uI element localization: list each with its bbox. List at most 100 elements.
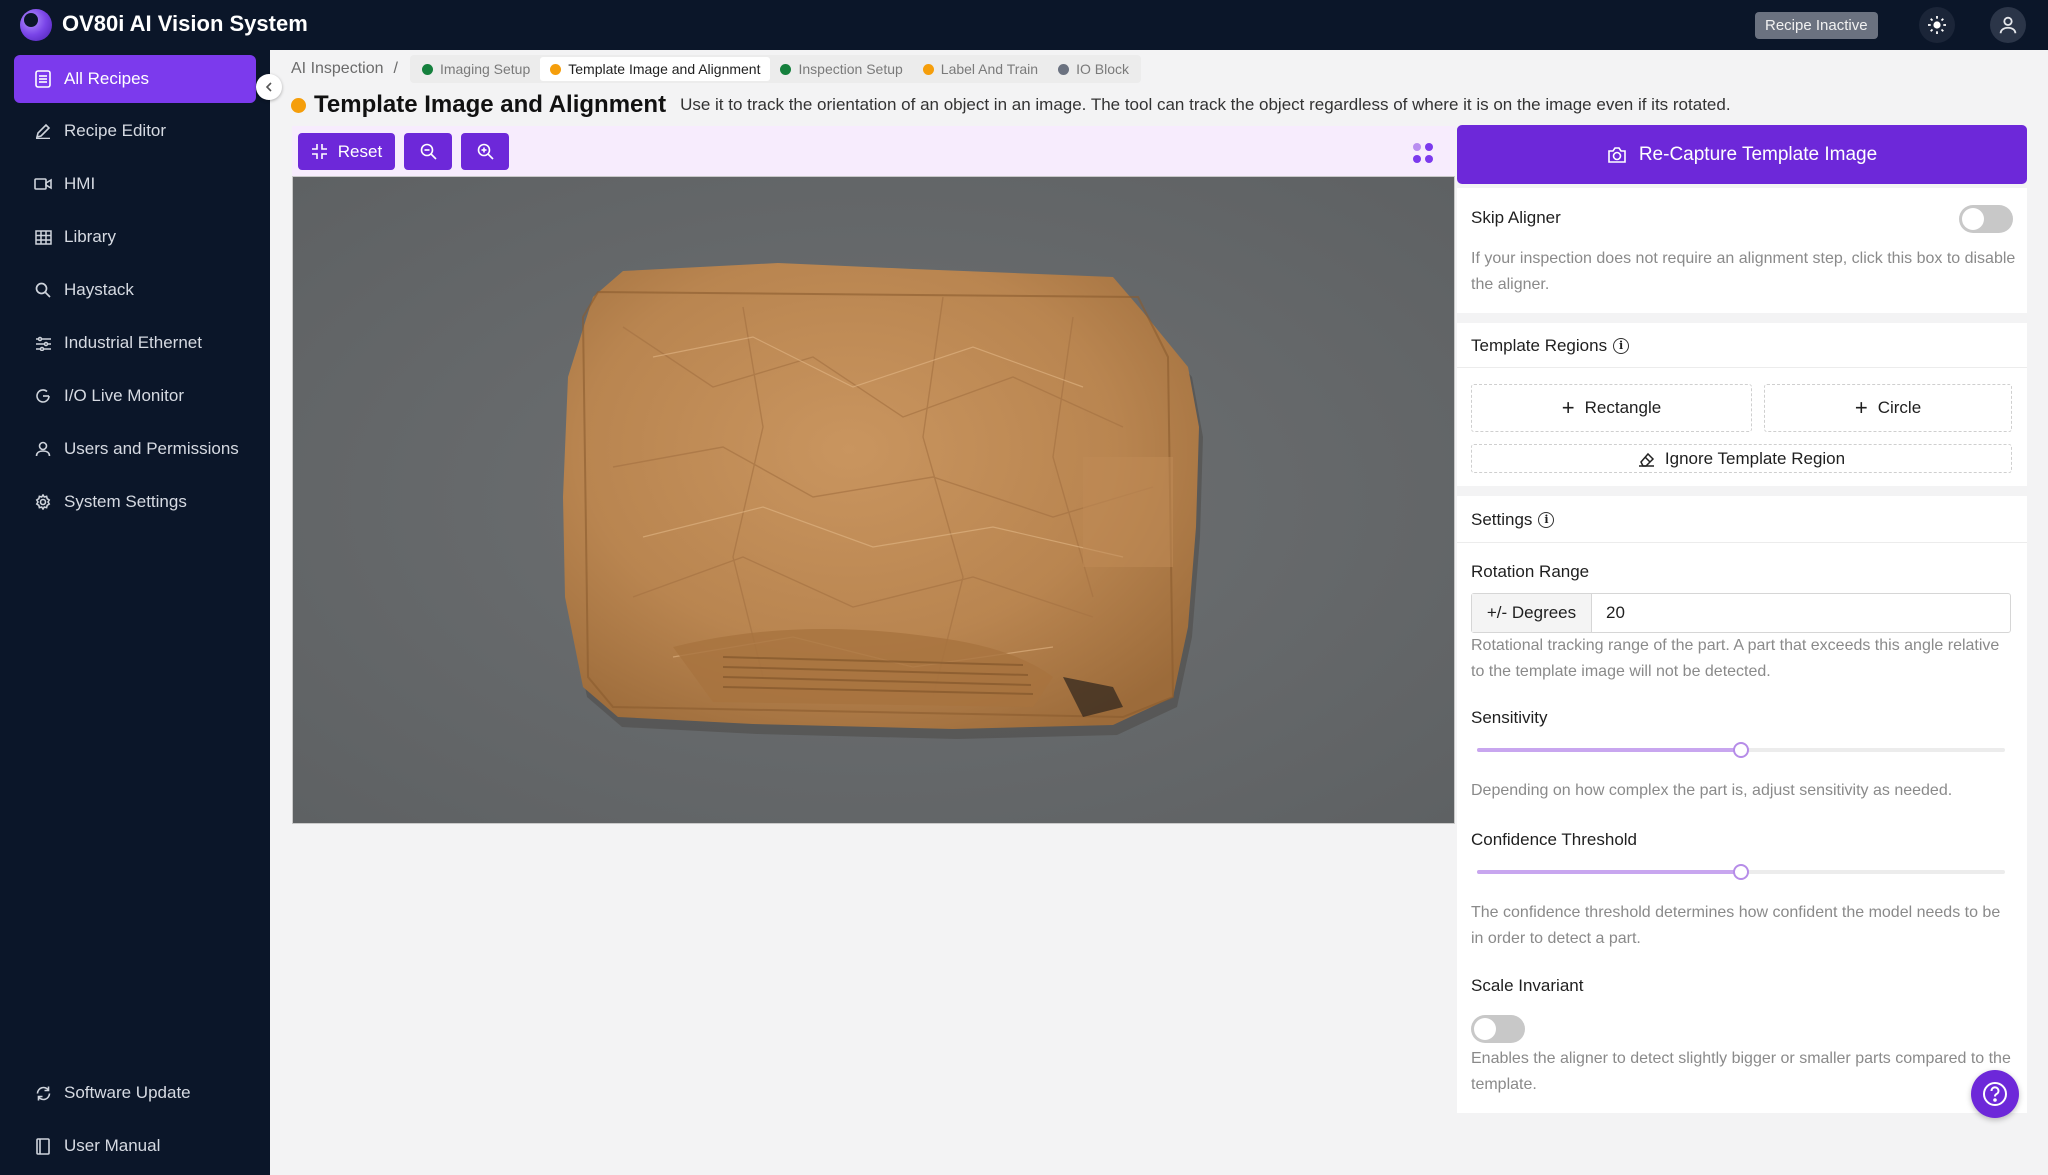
template-regions-title-text: Template Regions (1471, 336, 1608, 355)
page-status-dot (291, 97, 306, 113)
reset-label: Reset (337, 141, 383, 161)
sidebar-item-label: Recipe Editor (64, 121, 167, 140)
rotation-range-value[interactable]: 20 (1592, 594, 2010, 632)
book-icon (34, 1137, 52, 1155)
plus-icon: + (1561, 395, 1575, 420)
degrees-addon: +/- Degrees (1472, 594, 1592, 632)
zoom-in-icon (477, 143, 494, 160)
sidebar-item-io-live-monitor[interactable]: I/O Live Monitor (14, 372, 256, 420)
sidebar-item-label: All Recipes (64, 69, 150, 88)
table-icon (34, 228, 52, 246)
camera-icon (1608, 146, 1626, 163)
recapture-template-button[interactable]: Re-Capture Template Image (1457, 125, 2027, 184)
sidebar-item-label: HMI (64, 174, 96, 193)
zoom-out-button[interactable] (404, 133, 452, 170)
scale-invariant-toggle[interactable] (1471, 1015, 1525, 1043)
ignore-template-region-button[interactable]: Ignore Template Region (1471, 444, 2012, 473)
zoom-in-button[interactable] (461, 133, 509, 170)
confidence-slider-fill (1477, 870, 1741, 874)
app-logo (20, 9, 52, 41)
template-regions-title: Template Regions i (1471, 336, 1630, 356)
pencil-icon (34, 122, 52, 140)
sidebar-item-industrial-ethernet[interactable]: Industrial Ethernet (14, 319, 256, 367)
skip-aligner-toggle[interactable] (1959, 205, 2013, 233)
sidebar-item-label: I/O Live Monitor (64, 386, 184, 405)
status-dot (1058, 63, 1070, 75)
eraser-icon (1638, 452, 1654, 467)
sensitivity-slider-handle[interactable] (1733, 742, 1749, 758)
ignore-label: Ignore Template Region (1664, 448, 1846, 468)
user-menu-button[interactable] (1990, 7, 2026, 43)
tab-inspection-setup[interactable]: Inspection Setup (770, 57, 912, 81)
user-icon (34, 440, 52, 458)
sensitivity-slider[interactable] (1477, 742, 2005, 758)
confidence-threshold-help: The confidence threshold determines how … (1471, 904, 2001, 947)
sun-icon (1928, 16, 1946, 34)
reset-button[interactable]: Reset (298, 133, 395, 170)
sidebar-item-label: Software Update (64, 1083, 191, 1102)
plus-icon: + (1854, 395, 1868, 420)
tab-label-and-train[interactable]: Label And Train (913, 57, 1048, 81)
rotation-range-label: Rotation Range (1471, 562, 1590, 581)
skip-aligner-label: Skip Aligner (1471, 208, 1561, 227)
theme-toggle-button[interactable] (1919, 7, 1955, 43)
divider (1457, 367, 2027, 368)
sidebar-item-label: Users and Permissions (64, 439, 239, 458)
status-dot (421, 63, 433, 75)
cardboard-part-image (293, 177, 1454, 823)
page-header: Template Image and Alignment Use it to t… (291, 90, 1731, 120)
gear-icon (34, 493, 52, 511)
video-icon (34, 175, 52, 193)
chevron-left-icon (265, 82, 272, 92)
status-dot (780, 63, 792, 75)
confidence-threshold-label: Confidence Threshold (1471, 830, 1638, 849)
sidebar-item-software-update[interactable]: Software Update (14, 1069, 256, 1117)
top-bar: OV80i AI Vision System Recipe Inactive (0, 0, 2048, 50)
tab-template-image-and-alignment[interactable]: Template Image and Alignment (540, 57, 771, 81)
step-tabs: Imaging Setup Template Image and Alignme… (409, 55, 1141, 83)
user-icon (1999, 16, 2017, 34)
info-icon[interactable]: i (1538, 512, 1555, 528)
gauge-icon (34, 387, 52, 405)
sidebar-item-haystack[interactable]: Haystack (14, 266, 256, 314)
sensitivity-slider-fill (1477, 748, 1741, 752)
sidebar-item-all-recipes[interactable]: All Recipes (14, 55, 256, 103)
sidebar-item-label: Industrial Ethernet (64, 333, 202, 352)
skip-aligner-help: If your inspection does not require an a… (1471, 250, 2016, 293)
sidebar-item-users-and-permissions[interactable]: Users and Permissions (14, 425, 256, 473)
refresh-icon (34, 1084, 52, 1102)
zoom-out-icon (420, 143, 437, 160)
rectangle-label: Rectangle (1584, 398, 1662, 417)
sidebar-item-library[interactable]: Library (14, 213, 256, 261)
tab-label: Label And Train (940, 61, 1039, 77)
info-icon[interactable]: i (1613, 338, 1630, 354)
template-regions-card: Template Regions i + Rectangle + Circle Ign… (1457, 323, 2027, 486)
tab-io-block[interactable]: IO Block (1048, 57, 1139, 81)
add-circle-button[interactable]: + Circle (1764, 384, 2012, 432)
page-title: Template Image and Alignment (314, 91, 667, 118)
loading-spinner-icon (1413, 143, 1433, 163)
breadcrumb-separator: / (393, 60, 398, 77)
sidebar-item-recipe-editor[interactable]: Recipe Editor (14, 107, 256, 155)
recipe-status-badge: Recipe Inactive (1755, 12, 1878, 39)
rotation-range-input[interactable]: +/- Degrees 20 (1471, 593, 2011, 633)
add-rectangle-button[interactable]: + Rectangle (1471, 384, 1752, 432)
search-icon (34, 281, 52, 299)
help-button[interactable] (1971, 1070, 2019, 1118)
status-dot (550, 63, 562, 75)
sidebar-item-system-settings[interactable]: System Settings (14, 478, 256, 526)
tab-label: Template Image and Alignment (568, 61, 761, 77)
sidebar-item-hmi[interactable]: HMI (14, 160, 256, 208)
tab-imaging-setup[interactable]: Imaging Setup (412, 57, 540, 81)
sidebar-item-label: System Settings (64, 492, 187, 511)
confidence-threshold-slider[interactable] (1477, 864, 2005, 880)
document-list-icon (34, 70, 52, 88)
recapture-label: Re-Capture Template Image (1638, 143, 1878, 165)
collapse-sidebar-button[interactable] (256, 74, 282, 100)
confidence-slider-handle[interactable] (1733, 864, 1749, 880)
image-toolbar: Reset (292, 126, 1455, 176)
template-image-viewer[interactable] (292, 176, 1455, 824)
breadcrumb-root[interactable]: AI Inspection (291, 60, 384, 78)
sidebar-item-user-manual[interactable]: User Manual (14, 1122, 256, 1170)
sidebar-item-label: User Manual (64, 1136, 161, 1155)
